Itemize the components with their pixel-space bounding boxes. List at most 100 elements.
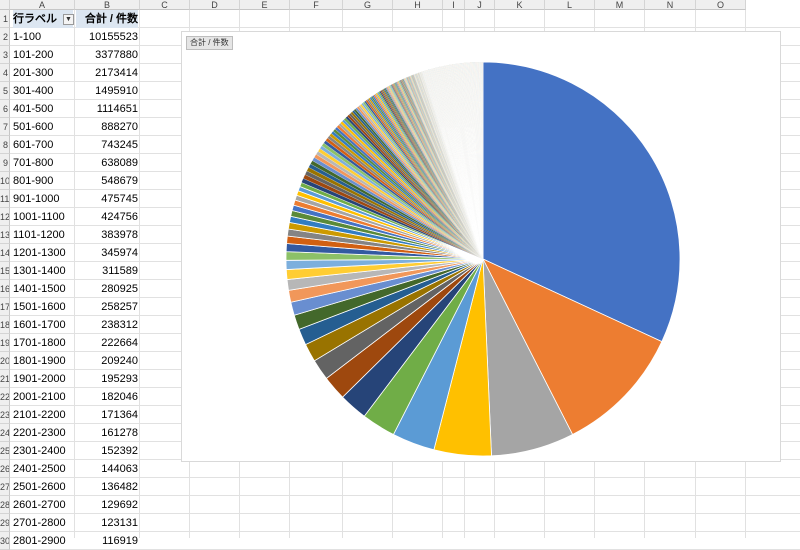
pivot-row-label[interactable]: 201-300 bbox=[13, 64, 73, 82]
row-header-13[interactable]: 13 bbox=[0, 226, 10, 244]
pivot-row-label[interactable]: 2301-2400 bbox=[13, 442, 73, 460]
pivot-row-label[interactable]: 801-900 bbox=[13, 172, 73, 190]
column-header-g[interactable]: G bbox=[343, 0, 393, 10]
row-header-23[interactable]: 23 bbox=[0, 406, 10, 424]
row-header-21[interactable]: 21 bbox=[0, 370, 10, 388]
pivot-row-value[interactable]: 475745 bbox=[76, 190, 138, 208]
column-header-j[interactable]: J bbox=[465, 0, 495, 10]
row-header-11[interactable]: 11 bbox=[0, 190, 10, 208]
row-header-20[interactable]: 20 bbox=[0, 352, 10, 370]
column-header-o[interactable]: O bbox=[696, 0, 746, 10]
pivot-row-label[interactable]: 301-400 bbox=[13, 82, 73, 100]
pivot-row-value[interactable]: 345974 bbox=[76, 244, 138, 262]
pivot-row-value[interactable]: 1114651 bbox=[76, 100, 138, 118]
pivot-row-value[interactable]: 888270 bbox=[76, 118, 138, 136]
column-header-b[interactable]: B bbox=[75, 0, 140, 10]
pivot-row-label[interactable]: 1701-1800 bbox=[13, 334, 73, 352]
pivot-row-label[interactable]: 1-100 bbox=[13, 28, 73, 46]
pivot-row-label[interactable]: 2001-2100 bbox=[13, 388, 73, 406]
column-header-m[interactable]: M bbox=[595, 0, 645, 10]
row-header-30[interactable]: 30 bbox=[0, 532, 10, 550]
pivot-row-label[interactable]: 1501-1600 bbox=[13, 298, 73, 316]
pivot-row-label[interactable]: 1301-1400 bbox=[13, 262, 73, 280]
filter-dropdown-icon[interactable]: ▼ bbox=[63, 14, 74, 25]
row-header-25[interactable]: 25 bbox=[0, 442, 10, 460]
row-header-5[interactable]: 5 bbox=[0, 82, 10, 100]
pivot-row-label[interactable]: 901-1000 bbox=[13, 190, 73, 208]
column-header-d[interactable]: D bbox=[190, 0, 240, 10]
pivot-row-label[interactable]: 2201-2300 bbox=[13, 424, 73, 442]
pivot-row-label[interactable]: 2601-2700 bbox=[13, 496, 73, 514]
pivot-row-label[interactable]: 2501-2600 bbox=[13, 478, 73, 496]
pivot-row-label[interactable]: 2801-2900 bbox=[13, 532, 73, 550]
pivot-row-label[interactable]: 101-200 bbox=[13, 46, 73, 64]
row-header-9[interactable]: 9 bbox=[0, 154, 10, 172]
pivot-row-value[interactable]: 161278 bbox=[76, 424, 138, 442]
column-header-i[interactable]: I bbox=[443, 0, 465, 10]
pivot-row-value[interactable]: 383978 bbox=[76, 226, 138, 244]
row-header-3[interactable]: 3 bbox=[0, 46, 10, 64]
pivot-row-value[interactable]: 424756 bbox=[76, 208, 138, 226]
column-header-a[interactable]: A bbox=[10, 0, 75, 10]
row-header-2[interactable]: 2 bbox=[0, 28, 10, 46]
pivot-row-label[interactable]: 1001-1100 bbox=[13, 208, 73, 226]
row-header-14[interactable]: 14 bbox=[0, 244, 10, 262]
row-header-4[interactable]: 4 bbox=[0, 64, 10, 82]
pivot-row-value[interactable]: 10155523 bbox=[76, 28, 138, 46]
pivot-row-value[interactable]: 171364 bbox=[76, 406, 138, 424]
select-all-corner[interactable] bbox=[0, 0, 10, 10]
pivot-row-value[interactable]: 152392 bbox=[76, 442, 138, 460]
row-header-1[interactable]: 1 bbox=[0, 10, 10, 28]
pivot-row-label[interactable]: 2101-2200 bbox=[13, 406, 73, 424]
row-header-6[interactable]: 6 bbox=[0, 100, 10, 118]
pivot-row-value[interactable]: 638089 bbox=[76, 154, 138, 172]
column-header-k[interactable]: K bbox=[495, 0, 545, 10]
pivot-row-value[interactable]: 209240 bbox=[76, 352, 138, 370]
row-header-15[interactable]: 15 bbox=[0, 262, 10, 280]
row-header-24[interactable]: 24 bbox=[0, 424, 10, 442]
pivot-row-value[interactable]: 311589 bbox=[76, 262, 138, 280]
row-header-17[interactable]: 17 bbox=[0, 298, 10, 316]
row-header-16[interactable]: 16 bbox=[0, 280, 10, 298]
pivot-row-value[interactable]: 129692 bbox=[76, 496, 138, 514]
pivot-row-label[interactable]: 2401-2500 bbox=[13, 460, 73, 478]
column-header-l[interactable]: L bbox=[545, 0, 595, 10]
pivot-row-value[interactable]: 123131 bbox=[76, 514, 138, 532]
row-header-7[interactable]: 7 bbox=[0, 118, 10, 136]
column-header-f[interactable]: F bbox=[290, 0, 343, 10]
pivot-row-label[interactable]: 1101-1200 bbox=[13, 226, 73, 244]
row-header-8[interactable]: 8 bbox=[0, 136, 10, 154]
row-header-22[interactable]: 22 bbox=[0, 388, 10, 406]
pivot-row-value[interactable]: 144063 bbox=[76, 460, 138, 478]
pivot-row-value[interactable]: 238312 bbox=[76, 316, 138, 334]
pivot-row-value[interactable]: 548679 bbox=[76, 172, 138, 190]
pivot-row-label[interactable]: 401-500 bbox=[13, 100, 73, 118]
pivot-row-value[interactable]: 1495910 bbox=[76, 82, 138, 100]
column-header-c[interactable]: C bbox=[140, 0, 190, 10]
pivot-row-label[interactable]: 1801-1900 bbox=[13, 352, 73, 370]
row-header-26[interactable]: 26 bbox=[0, 460, 10, 478]
pivot-row-label[interactable]: 601-700 bbox=[13, 136, 73, 154]
row-header-18[interactable]: 18 bbox=[0, 316, 10, 334]
pivot-row-label[interactable]: 2701-2800 bbox=[13, 514, 73, 532]
row-header-27[interactable]: 27 bbox=[0, 478, 10, 496]
pivot-row-label[interactable]: 1901-2000 bbox=[13, 370, 73, 388]
row-header-10[interactable]: 10 bbox=[0, 172, 10, 190]
column-header-h[interactable]: H bbox=[393, 0, 443, 10]
pivot-row-label[interactable]: 1401-1500 bbox=[13, 280, 73, 298]
pivot-row-label[interactable]: 701-800 bbox=[13, 154, 73, 172]
pivot-row-value[interactable]: 116919 bbox=[76, 532, 138, 550]
row-header-12[interactable]: 12 bbox=[0, 208, 10, 226]
pivot-row-value[interactable]: 2173414 bbox=[76, 64, 138, 82]
pivot-row-value[interactable]: 182046 bbox=[76, 388, 138, 406]
pivot-row-label[interactable]: 1601-1700 bbox=[13, 316, 73, 334]
pivot-row-value[interactable]: 3377880 bbox=[76, 46, 138, 64]
pivot-row-label[interactable]: 1201-1300 bbox=[13, 244, 73, 262]
pivot-row-value[interactable]: 195293 bbox=[76, 370, 138, 388]
pivot-row-value[interactable]: 743245 bbox=[76, 136, 138, 154]
row-header-19[interactable]: 19 bbox=[0, 334, 10, 352]
pivot-row-value[interactable]: 222664 bbox=[76, 334, 138, 352]
pivot-row-value[interactable]: 280925 bbox=[76, 280, 138, 298]
row-header-28[interactable]: 28 bbox=[0, 496, 10, 514]
row-header-29[interactable]: 29 bbox=[0, 514, 10, 532]
